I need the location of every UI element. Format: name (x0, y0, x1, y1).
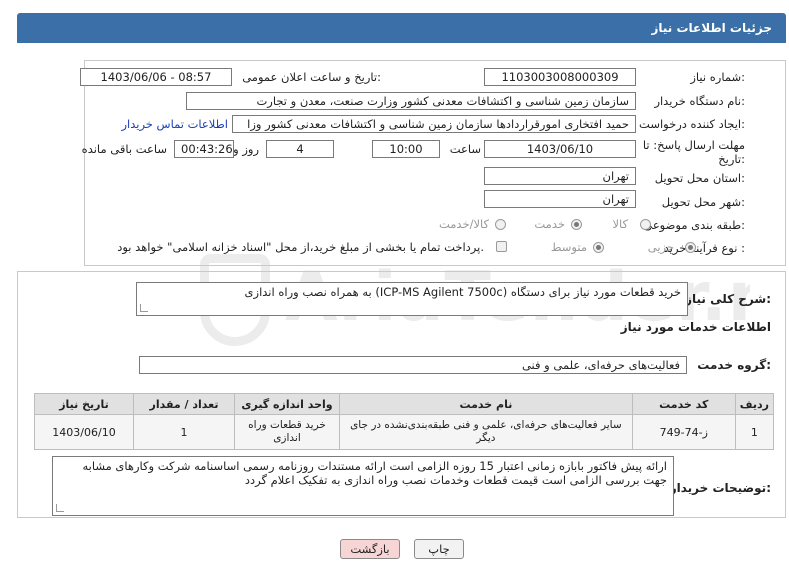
province-field[interactable]: تهران (484, 167, 636, 185)
need-number-field[interactable]: 1103003008000309 (484, 68, 636, 86)
announce-datetime-label: تاریخ و ساعت اعلان عمومی: (242, 70, 381, 84)
announce-datetime-field[interactable]: 1403/06/06 - 08:57 (80, 68, 232, 86)
treasury-payment-note: پرداخت تمام یا بخشی از مبلغ خرید،از محل … (117, 240, 484, 254)
city-label: شهر محل تحویل: (661, 195, 745, 209)
category-goods-radio[interactable] (640, 219, 651, 230)
category-goods-service-radio[interactable] (495, 219, 506, 230)
process-minor-label: جزیی (647, 240, 674, 254)
cell-qty: 1 (133, 414, 235, 450)
buyer-notes-textarea[interactable]: ارائه پیش فاکتور بابازه زمانی اعتبار 15 … (52, 456, 674, 516)
service-group-label: گروه خدمت: (697, 358, 771, 372)
services-table-header: تاریخ نیاز تعداد / مقدار واحد اندازه گیر… (34, 393, 775, 415)
cell-unit: خرید قطعات وراه اندازی (234, 414, 340, 450)
requester-label: ایجاد کننده درخواست: (639, 117, 745, 131)
province-label: استان محل تحویل: (654, 171, 745, 185)
deadline-time-label: ساعت (449, 142, 481, 156)
col-service-code: کد خدمت (631, 393, 736, 415)
buyer-notes-label: توضیحات خریدار: (669, 481, 771, 495)
category-goods-service-label: کالا/خدمت (438, 217, 489, 231)
summary-textarea[interactable]: خرید قطعات مورد نیاز برای دستگاه (ICP-MS… (136, 282, 688, 316)
process-medium-label: متوسط (550, 240, 587, 254)
city-field[interactable]: تهران (484, 190, 636, 208)
buyer-org-field[interactable]: سازمان زمین شناسی و اکتشافات معدنی کشور … (186, 92, 636, 110)
category-label: طبقه بندی موضوعی: (643, 218, 745, 232)
remaining-time-label: ساعت باقی مانده (81, 142, 167, 156)
buyer-contact-link[interactable]: اطلاعات تماس خریدار (121, 117, 228, 131)
deadline-time-field[interactable]: 10:00 (372, 140, 440, 158)
print-button[interactable]: چاپ (414, 539, 464, 559)
page-header: جزئیات اطلاعات نیاز (17, 13, 786, 43)
cell-date: 1403/06/10 (34, 414, 134, 450)
col-service-name: نام خدمت (339, 393, 633, 415)
treasury-payment-checkbox[interactable] (496, 241, 507, 252)
need-number-label: شماره نیاز: (690, 70, 745, 84)
requester-field[interactable]: حمید افتخاری امورقراردادها سازمان زمین ش… (232, 115, 636, 133)
services-table: تاریخ نیاز تعداد / مقدار واحد اندازه گیر… (34, 393, 775, 450)
days-label: روز و (233, 142, 259, 156)
remaining-time-field[interactable]: 00:43:26 (174, 140, 234, 158)
process-medium-radio[interactable] (593, 242, 604, 253)
cell-service-name: سایر فعالیت‌های حرفه‌ای، علمی و فنی طبقه… (339, 414, 633, 450)
summary-label: شرح کلی نیاز: (685, 292, 771, 306)
cell-row-index: 1 (734, 414, 775, 450)
category-service-label: خدمت (534, 217, 565, 231)
col-unit: واحد اندازه گیری (234, 393, 340, 415)
category-goods-label: کالا (612, 217, 628, 231)
page-title: جزئیات اطلاعات نیاز (651, 21, 772, 35)
remaining-days-field[interactable]: 4 (266, 140, 334, 158)
back-button[interactable]: بازگشت (340, 539, 400, 559)
process-minor-radio[interactable] (685, 242, 696, 253)
process-label: نوع فرآیند خرید : (663, 241, 745, 255)
col-date: تاریخ نیاز (34, 393, 134, 415)
col-qty: تعداد / مقدار (133, 393, 235, 415)
category-service-radio[interactable] (571, 219, 582, 230)
deadline-date-field[interactable]: 1403/06/10 (484, 140, 636, 158)
service-group-field[interactable]: فعالیت‌های حرفه‌ای، علمی و فنی (139, 356, 687, 374)
cell-service-code: ز-74-749 (631, 414, 736, 450)
table-row[interactable]: 1403/06/10 1 خرید قطعات وراه اندازی سایر… (34, 414, 775, 450)
buyer-org-label: نام دستگاه خریدار: (654, 94, 745, 108)
col-row-index: ردیف (734, 393, 775, 415)
services-section-title: اطلاعات خدمات مورد نیاز (620, 320, 771, 334)
